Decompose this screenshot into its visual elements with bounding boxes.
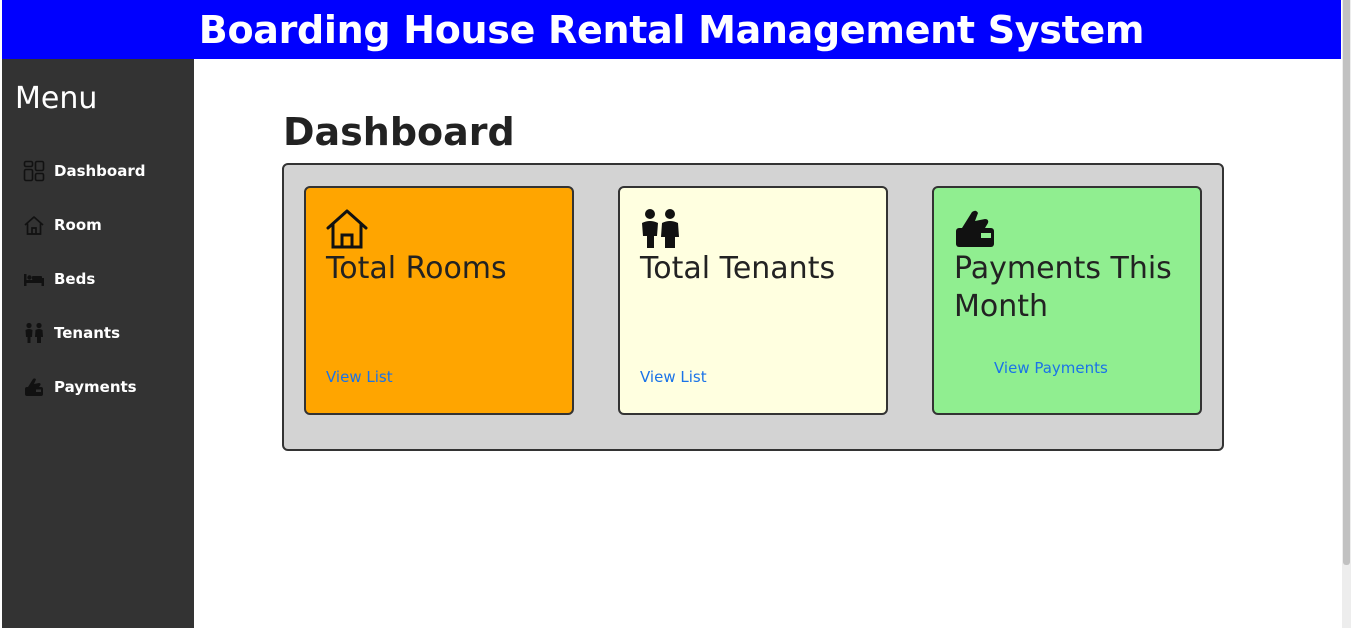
card-title: Total Rooms (326, 251, 507, 286)
page: Boarding House Rental Management System … (0, 0, 1351, 628)
sidebar-item-tenants[interactable]: Tenants (22, 318, 120, 348)
sidebar-item-label: Beds (54, 270, 96, 288)
scrollbar[interactable] (1342, 0, 1351, 628)
card-payments-this-month: Payments This Month View Payments (932, 186, 1202, 415)
sidebar-item-label: Room (54, 216, 102, 234)
people-icon (640, 208, 682, 250)
card-title: Total Tenants (640, 251, 836, 286)
payment-icon (954, 208, 996, 250)
view-list-link[interactable]: View List (640, 368, 707, 386)
sidebar-item-beds[interactable]: Beds (22, 264, 95, 294)
sidebar-item-label: Tenants (54, 324, 120, 342)
view-list-link[interactable]: View List (326, 368, 393, 386)
sidebar-item-dashboard[interactable]: Dashboard (22, 156, 145, 186)
card-title: Payments This Month (954, 251, 1172, 324)
app-title: Boarding House Rental Management System (198, 7, 1145, 52)
home-icon (326, 208, 368, 250)
payment-icon (22, 375, 46, 399)
sidebar-item-label: Payments (54, 378, 137, 396)
sidebar-item-label: Dashboard (54, 162, 146, 180)
sidebar-item-room[interactable]: Room (22, 210, 102, 240)
sidebar-heading: Menu (15, 81, 98, 116)
card-total-rooms: Total Rooms View List (304, 186, 574, 415)
sidebar-item-payments[interactable]: Payments (22, 372, 137, 402)
page-title: Dashboard (283, 110, 515, 154)
people-icon (22, 321, 46, 345)
dashboard-icon (22, 159, 46, 183)
sidebar: Menu Dashboard Room Beds Tenants Payment… (0, 59, 194, 628)
home-icon (22, 213, 46, 237)
app-header: Boarding House Rental Management System (0, 0, 1341, 59)
bed-icon (22, 267, 46, 291)
view-payments-link[interactable]: View Payments (994, 359, 1108, 377)
dashboard-panel: Total Rooms View List Total Tenants View… (282, 163, 1224, 451)
scrollbar-thumb[interactable] (1343, 0, 1350, 565)
card-total-tenants: Total Tenants View List (618, 186, 888, 415)
